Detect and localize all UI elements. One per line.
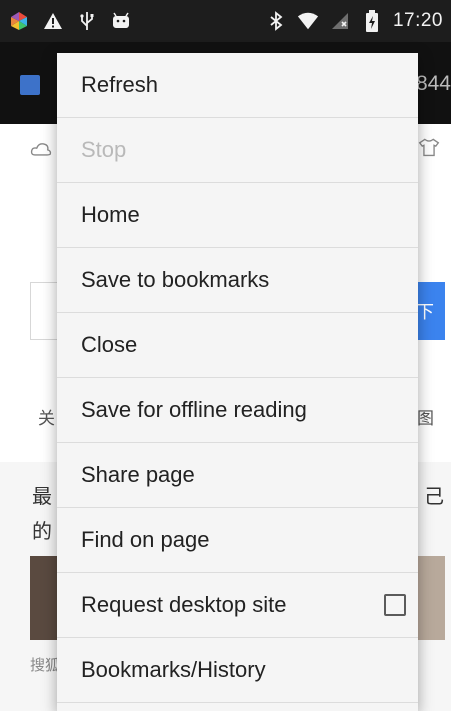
menu-item-label: Bookmarks/History bbox=[81, 657, 266, 682]
menu-item-stop: Stop bbox=[57, 118, 418, 183]
menu-item-label: Save to bookmarks bbox=[81, 267, 270, 292]
article-source: 搜狐 bbox=[30, 657, 61, 674]
menu-item-refresh[interactable]: Refresh bbox=[57, 53, 418, 118]
menu-item-label: Home bbox=[81, 202, 140, 227]
menu-item-bookmarks-history[interactable]: Bookmarks/History bbox=[57, 638, 418, 703]
battery-charging-icon bbox=[361, 10, 383, 32]
menu-item-label: Find on page bbox=[81, 527, 210, 552]
page-icon-label-right: 图 bbox=[417, 409, 434, 428]
warning-icon bbox=[42, 10, 64, 32]
android-icon bbox=[110, 10, 132, 32]
menu-item-share-page[interactable]: Share page bbox=[57, 443, 418, 508]
menu-item-label: Save for offline reading bbox=[81, 397, 307, 422]
menu-item-label: Stop bbox=[81, 137, 127, 162]
clothing-icon bbox=[418, 136, 440, 158]
desktop-site-checkbox[interactable] bbox=[384, 594, 406, 616]
menu-item-label: Share page bbox=[81, 462, 195, 487]
menu-item-close[interactable]: Close bbox=[57, 313, 418, 378]
wifi-icon bbox=[297, 10, 319, 32]
status-bar: 17:20 bbox=[0, 0, 451, 42]
no-signal-icon bbox=[329, 10, 351, 32]
menu-item-label: Request desktop site bbox=[81, 592, 287, 617]
url-text[interactable]: 844 bbox=[416, 72, 451, 96]
headline-left-char-1: 最 bbox=[32, 486, 52, 508]
site-favicon-icon bbox=[20, 75, 40, 95]
menu-item-save-offline[interactable]: Save for offline reading bbox=[57, 378, 418, 443]
usb-icon bbox=[76, 10, 98, 32]
bluetooth-icon bbox=[265, 10, 287, 32]
browser-overflow-menu: Refresh Stop Home Save to bookmarks Clos… bbox=[57, 53, 418, 711]
weather-cloud-icon bbox=[30, 138, 52, 160]
menu-item-label: Refresh bbox=[81, 72, 159, 97]
menu-item-home[interactable]: Home bbox=[57, 183, 418, 248]
color-app-icon bbox=[8, 10, 30, 32]
menu-item-find-on-page[interactable]: Find on page bbox=[57, 508, 418, 573]
menu-item-request-desktop-site[interactable]: Request desktop site bbox=[57, 573, 418, 638]
clock: 17:20 bbox=[392, 10, 443, 31]
page-icon-label-left: 关 bbox=[38, 409, 55, 428]
menu-item-label: Close bbox=[81, 332, 138, 357]
menu-item-save-to-bookmarks[interactable]: Save to bookmarks bbox=[57, 248, 418, 313]
headline-left-char-2: 的 bbox=[32, 521, 52, 543]
headline-right-char: 己 bbox=[424, 486, 444, 508]
